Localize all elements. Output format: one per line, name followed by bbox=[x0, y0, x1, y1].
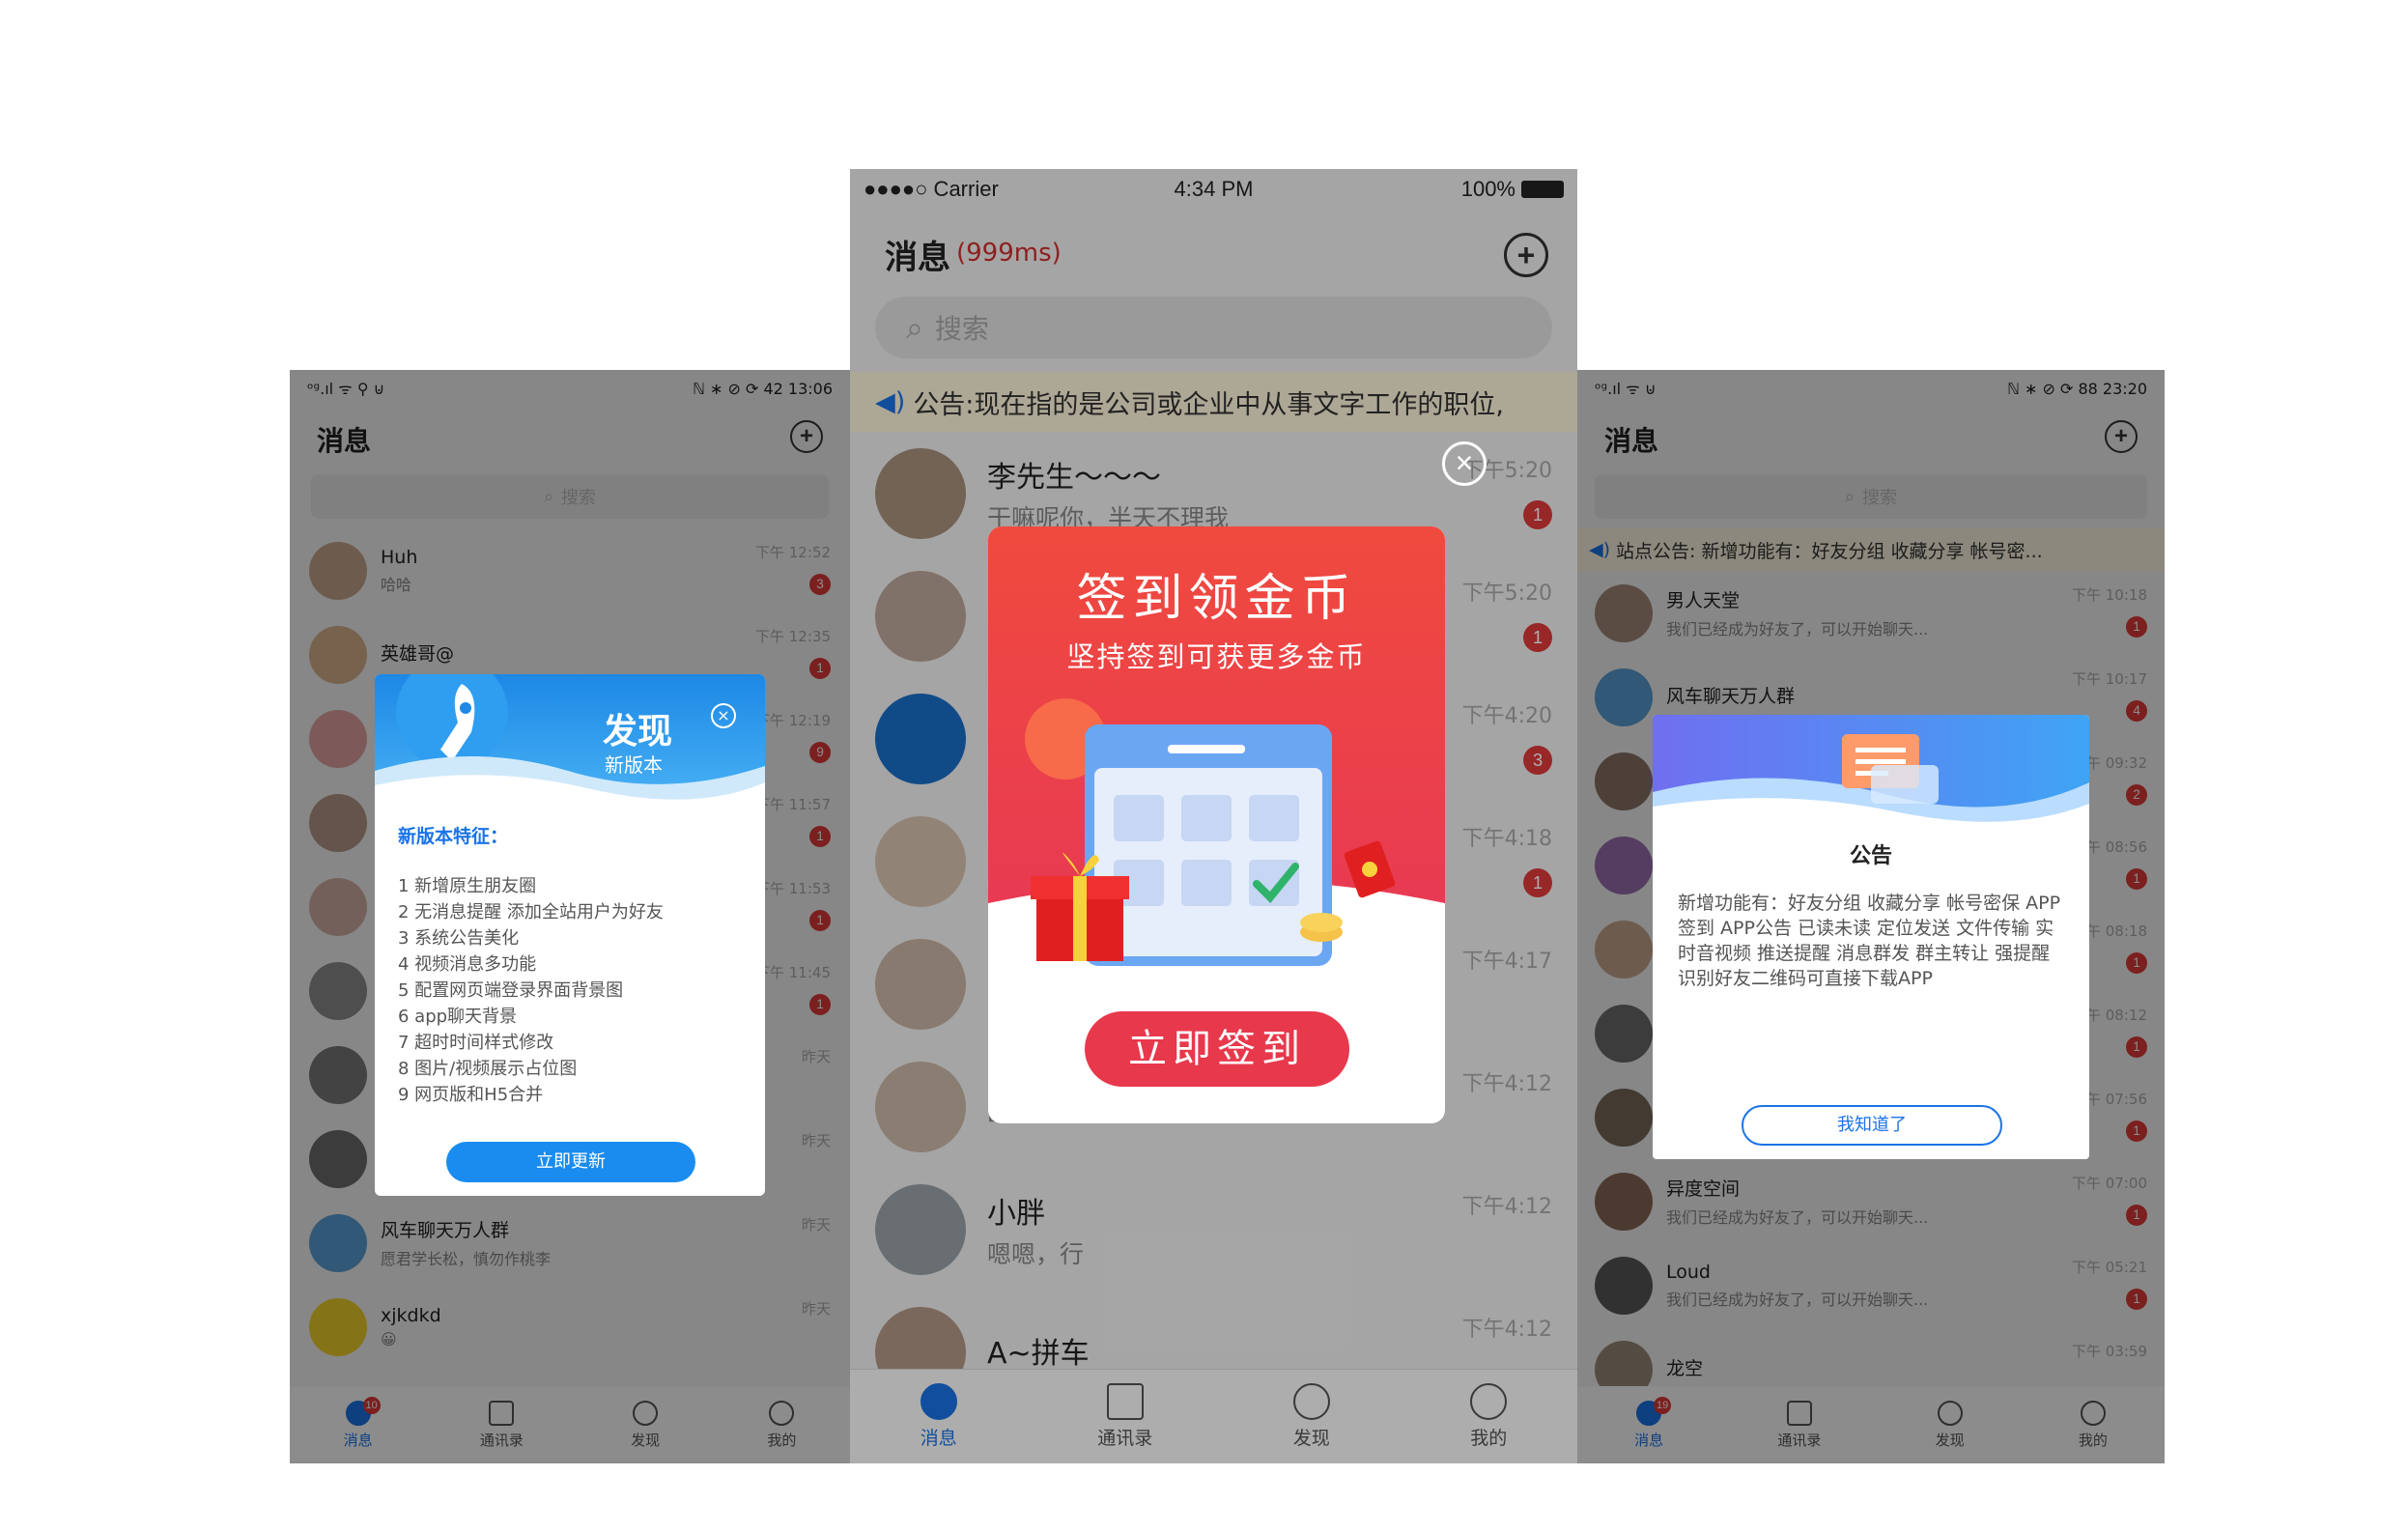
rocket-illustration bbox=[375, 674, 765, 805]
feature-item: 4 视频消息多功能 bbox=[398, 954, 537, 975]
update-button[interactable]: 立即更新 bbox=[446, 1142, 695, 1182]
update-button-label: 立即更新 bbox=[536, 1151, 606, 1172]
dialog-title: 公告 bbox=[1849, 844, 1892, 868]
features-list: 1 新增原生朋友圈 2 无消息提醒 添加全站用户为好友 3 系统公告美化 4 视频消息… bbox=[398, 873, 765, 1108]
notice-illustration bbox=[1653, 715, 2089, 831]
features-title: 新版本特征： bbox=[398, 826, 509, 847]
signin-dialog: 签到领金币 坚持签到可获更多金币 立即签到 bbox=[988, 526, 1445, 1123]
acknowledge-button-label: 我知道了 bbox=[1837, 1115, 1907, 1135]
close-icon[interactable]: × bbox=[1442, 441, 1487, 486]
feature-item: 9 网页版和H5合并 bbox=[398, 1085, 544, 1105]
signin-button-label: 立即签到 bbox=[1128, 1027, 1306, 1071]
dialog-body: 新增功能有：好友分组 收藏分享 帐号密保 APP签到 APP公告 已读未读 定位… bbox=[1678, 893, 2061, 989]
feature-item: 5 配置网页端登录界面背景图 bbox=[398, 980, 624, 1001]
feature-item: 6 app聊天背景 bbox=[398, 1007, 518, 1027]
close-icon[interactable]: × bbox=[711, 703, 736, 728]
dialog-subtitle: 坚持签到可获更多金币 bbox=[1066, 640, 1367, 673]
feature-item: 7 超时时间样式修改 bbox=[398, 1033, 554, 1053]
feature-item: 8 图片/视频展示占位图 bbox=[398, 1059, 578, 1079]
center-phone: ●●●●○ Carrier 4:34 PM 100% 消息 (999ms) + … bbox=[850, 169, 1577, 1463]
notice-dialog: 公告 新增功能有：好友分组 收藏分享 帐号密保 APP签到 APP公告 已读未读… bbox=[1653, 715, 2089, 1159]
dialog-title: 签到领金币 bbox=[1076, 570, 1357, 628]
feature-item: 1 新增原生朋友圈 bbox=[398, 876, 537, 896]
signin-button[interactable]: 立即签到 bbox=[1085, 1011, 1349, 1087]
dialog-header: 发现 新版本 × bbox=[375, 674, 765, 805]
dialog-subtitle: 新版本 bbox=[605, 753, 663, 777]
acknowledge-button[interactable]: 我知道了 bbox=[1742, 1105, 2002, 1146]
feature-item: 3 系统公告美化 bbox=[398, 928, 520, 949]
update-dialog: 发现 新版本 × 新版本特征： 1 新增原生朋友圈 2 无消息提醒 添加全站用户为… bbox=[375, 674, 765, 1196]
dialog-title: 发现 bbox=[603, 712, 673, 752]
right-phone: ᵒᵍ.ıl ᯤ ⊍ ℕ ∗ ⊘ ⟳ 88 23:20 消息 + ⌕ 搜索 ◀) … bbox=[1577, 370, 2165, 1463]
left-phone: ᵒᵍ.ıl ᯤ ⚲ ⊍ ℕ ∗ ⊘ ⟳ 42 13:06 消息 + ⌕ 搜索 H… bbox=[290, 370, 850, 1463]
feature-item: 2 无消息提醒 添加全站用户为好友 bbox=[398, 902, 664, 922]
